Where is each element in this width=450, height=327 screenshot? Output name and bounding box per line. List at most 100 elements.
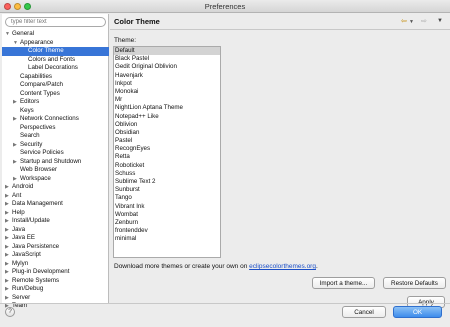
theme-list-item[interactable]: Sublime Text 2 <box>114 178 220 186</box>
triangle-collapse-icon[interactable]: ▼ <box>13 39 18 48</box>
tree-item[interactable]: ▶ Ant <box>2 192 109 201</box>
tree-item[interactable]: Keys <box>2 107 109 116</box>
back-dropdown-icon[interactable]: ▼ <box>409 19 414 25</box>
theme-list-item[interactable]: minimal <box>114 235 220 243</box>
triangle-expand-icon[interactable]: ▶ <box>5 294 9 303</box>
triangle-expand-icon[interactable]: ▶ <box>5 200 9 209</box>
tree-item[interactable]: Colors and Fonts <box>2 56 109 65</box>
tree-item-label: Help <box>12 208 25 216</box>
tree-item[interactable]: ▼ Appearance <box>2 39 109 48</box>
tree-item[interactable]: ▶ Java Persistence <box>2 243 109 252</box>
theme-list-item[interactable]: Default <box>114 47 220 56</box>
restore-defaults-button[interactable]: Restore Defaults <box>383 277 446 289</box>
triangle-expand-icon[interactable]: ▶ <box>5 285 9 294</box>
tree-item[interactable]: ▶ Install/Update <box>2 217 109 226</box>
triangle-expand-icon[interactable]: ▶ <box>5 234 9 243</box>
tree-item-label: Data Management <box>12 200 63 207</box>
tree-item[interactable]: ▶ Android <box>2 183 109 192</box>
tree-item[interactable]: Label Decorations <box>2 64 109 73</box>
tree-item[interactable]: ▶ Java <box>2 226 109 235</box>
triangle-expand-icon[interactable]: ▶ <box>13 175 17 184</box>
view-menu-icon[interactable]: ▼ <box>437 18 443 24</box>
tree-item[interactable]: ▶ Workspace <box>2 175 109 184</box>
triangle-expand-icon[interactable]: ▶ <box>13 115 17 124</box>
theme-list-item[interactable]: frontenddev <box>114 227 220 235</box>
triangle-expand-icon[interactable]: ▶ <box>5 183 9 192</box>
ok-button[interactable]: OK <box>393 306 442 318</box>
tree-item[interactable]: Web Browser <box>2 166 109 175</box>
triangle-expand-icon[interactable]: ▶ <box>5 192 9 201</box>
theme-list-item[interactable]: Notepad++ Like <box>114 113 220 121</box>
tree-item[interactable]: ▶ Java EE <box>2 234 109 243</box>
theme-list-item[interactable]: Pastel <box>114 137 220 145</box>
tree-item-label: Server <box>12 293 31 301</box>
tree-item-label: Keys <box>20 106 34 114</box>
triangle-expand-icon[interactable]: ▶ <box>13 158 17 167</box>
theme-list-item[interactable]: Havenjark <box>114 72 220 80</box>
triangle-collapse-icon[interactable]: ▼ <box>5 30 10 39</box>
tree-item[interactable]: Capabilities <box>2 73 109 82</box>
theme-list-item[interactable]: Roboticket <box>114 162 220 170</box>
theme-list-item[interactable]: Inkpot <box>114 80 220 88</box>
theme-list[interactable]: Default Black Pastel Gedit Original Oblivi… <box>113 46 221 258</box>
theme-list-item[interactable]: Tango <box>114 194 220 202</box>
tree-item-label: Network Connections <box>20 115 79 122</box>
theme-list-item[interactable]: Gedit Original Oblivion <box>114 63 220 71</box>
tree-item[interactable]: ▶ Editors <box>2 98 109 107</box>
triangle-expand-icon[interactable]: ▶ <box>13 141 17 150</box>
tree-item[interactable]: ▶ Network Connections <box>2 115 109 124</box>
filter-input[interactable] <box>5 17 106 27</box>
theme-list-item[interactable]: Oblivion <box>114 121 220 129</box>
theme-list-item[interactable]: Zenburn <box>114 219 220 227</box>
theme-list-item[interactable]: NightLion Aptana Theme <box>114 104 220 112</box>
theme-list-item[interactable]: Wombat <box>114 211 220 219</box>
triangle-expand-icon[interactable]: ▶ <box>5 217 9 226</box>
title-bar: Preferences <box>0 0 450 13</box>
eclipsecolorthemes-link[interactable]: eclipsecolorthemes.org <box>249 263 316 270</box>
download-note: Download more themes or create your own … <box>114 263 318 270</box>
theme-list-item[interactable]: Vibrant Ink <box>114 203 220 211</box>
tree-item[interactable]: ▶ Startup and Shutdown <box>2 158 109 167</box>
triangle-expand-icon[interactable]: ▶ <box>5 260 9 269</box>
theme-list-item[interactable]: Obsidian <box>114 129 220 137</box>
tree-item[interactable]: ▶ JavaScript <box>2 251 109 260</box>
import-theme-button[interactable]: Import a theme... <box>312 277 375 289</box>
tree-item[interactable]: ▶ Run/Debug <box>2 285 109 294</box>
theme-list-item[interactable]: RecognEyes <box>114 145 220 153</box>
theme-list-item[interactable]: Black Pastel <box>114 55 220 63</box>
theme-list-item[interactable]: Monokai <box>114 88 220 96</box>
tree-item[interactable]: ▶ Security <box>2 141 109 150</box>
triangle-expand-icon[interactable]: ▶ <box>5 243 9 252</box>
tree-item[interactable]: Content Types <box>2 90 109 99</box>
help-icon[interactable]: ? <box>5 307 15 317</box>
triangle-expand-icon[interactable]: ▶ <box>5 209 9 218</box>
tree-item[interactable]: ▶ Plug-in Development <box>2 268 109 277</box>
tree-item[interactable]: Color Theme <box>2 47 109 56</box>
tree-item[interactable]: ▶ Server <box>2 294 109 303</box>
tree-item[interactable]: ▶ Mylyn <box>2 260 109 269</box>
theme-list-item[interactable]: Schuss <box>114 170 220 178</box>
tree-item[interactable]: ▶ Data Management <box>2 200 109 209</box>
tree-item[interactable]: ▶ Remote Systems <box>2 277 109 286</box>
cancel-button[interactable]: Cancel <box>342 306 386 318</box>
theme-list-item[interactable]: Mr <box>114 96 220 104</box>
tree-item-label: Appearance <box>20 38 54 46</box>
triangle-expand-icon[interactable]: ▶ <box>5 277 9 286</box>
triangle-expand-icon[interactable]: ▶ <box>5 251 9 260</box>
forward-arrow-icon[interactable]: ⇨ <box>421 17 427 25</box>
triangle-expand-icon[interactable]: ▶ <box>5 268 9 277</box>
back-arrow-icon[interactable]: ⇦ <box>401 17 407 25</box>
triangle-expand-icon[interactable]: ▶ <box>5 226 9 235</box>
tree-item[interactable]: ▼ General <box>2 30 109 39</box>
footer-separator <box>0 303 450 304</box>
tree-item[interactable]: Compare/Patch <box>2 81 109 90</box>
tree-item-label: JavaScript <box>12 251 41 258</box>
tree-item[interactable]: Service Policies <box>2 149 109 158</box>
window-title: Preferences <box>204 2 246 11</box>
tree-item[interactable]: ▶ Help <box>2 209 109 218</box>
tree-item[interactable]: Search <box>2 132 109 141</box>
triangle-expand-icon[interactable]: ▶ <box>13 98 17 107</box>
tree-item[interactable]: Perspectives <box>2 124 109 133</box>
theme-list-item[interactable]: Retta <box>114 153 220 161</box>
theme-list-item[interactable]: Sunburst <box>114 186 220 194</box>
